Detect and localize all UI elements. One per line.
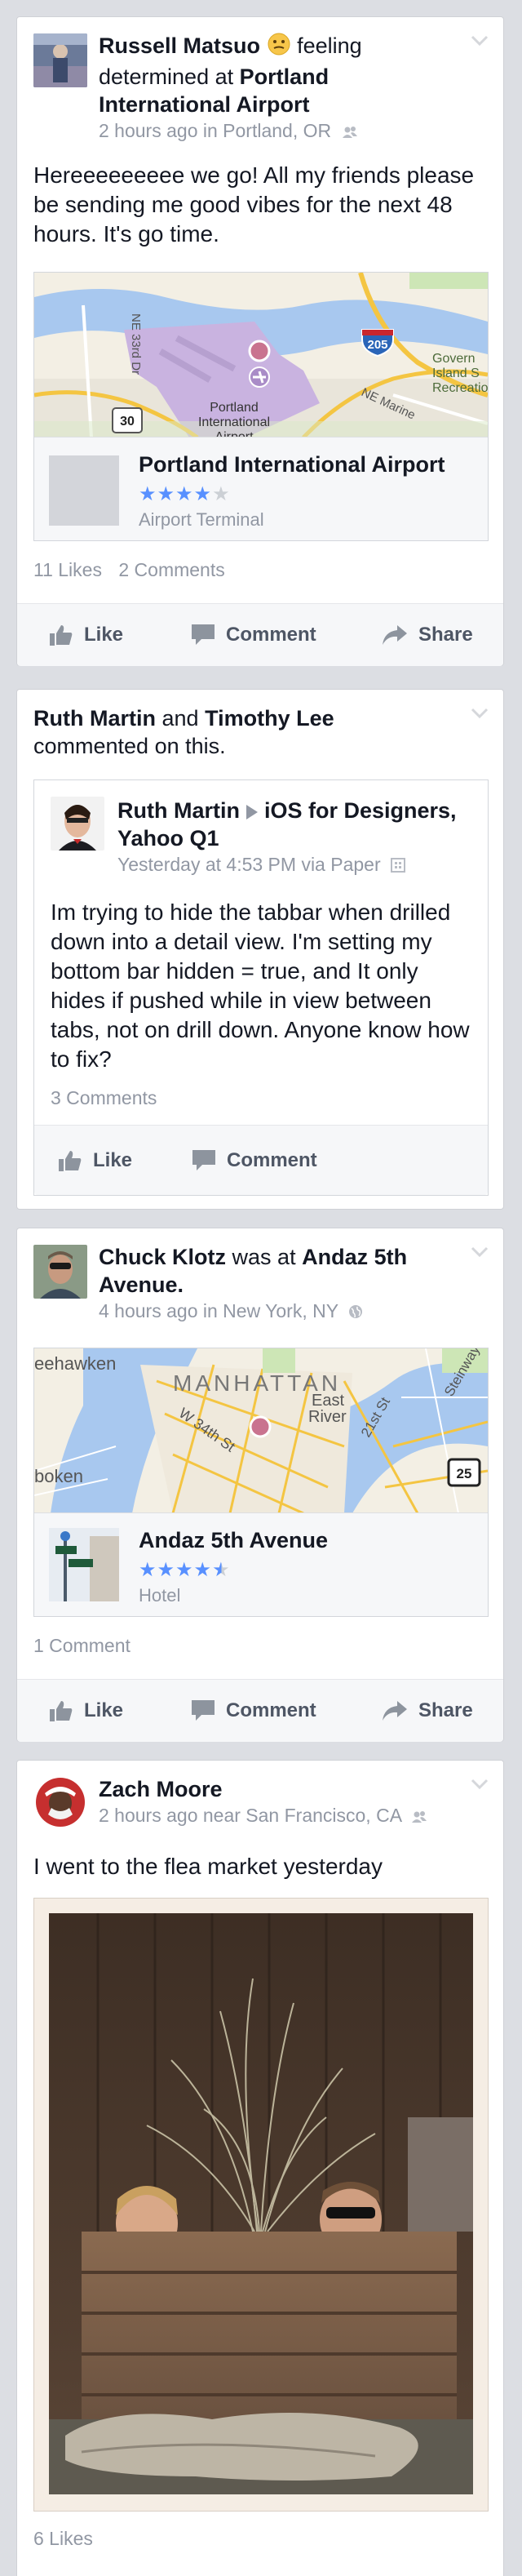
map-label-weehawken: eehawken [34,1353,116,1374]
post-time[interactable]: 4 hours ago in New York, NY [99,1300,338,1321]
share-button[interactable]: Share [383,1680,473,1742]
avatar[interactable] [33,1245,87,1299]
place-info[interactable]: Andaz 5th Avenue ★★★★★ Hotel [34,1512,488,1616]
shared-post-meta: Yesterday at 4:53 PM via Paper [117,852,471,878]
comment-button[interactable]: Comment [192,1680,316,1742]
comment-icon [192,1700,215,1721]
post-card-3: Chuck Klotz was at Andaz 5th Avenue. 4 h… [16,1228,504,1742]
chevron-down-icon[interactable] [471,35,489,47]
place-name[interactable]: Portland International Airport [139,452,445,477]
map-label-hoboken: boken [34,1466,83,1486]
shared-post[interactable]: Ruth Martin iOS for Designers, Yahoo Q1 Y… [33,779,489,1196]
comment-button[interactable]: Comment [192,1126,317,1195]
location-attachment[interactable]: 205 30 NE 33rd Dr NE Marine Govern Island… [33,272,489,541]
action-bar: Like Comment Share [17,1680,503,1742]
post-text: I went to the flea market yesterday [33,1854,383,1879]
post-counts: 11 Likes 2 Comments [33,559,237,581]
place-thumbnail [49,455,119,526]
like-button[interactable]: Like [50,604,123,666]
avatar[interactable] [33,1775,87,1829]
place-category: Hotel [139,1585,181,1606]
map-pin-icon [249,1415,272,1438]
activity-header: Ruth Martin and Timothy Lee commented on… [33,706,334,758]
post-header: Zach Moore [99,1775,454,1803]
thumbs-up-icon [50,1701,73,1721]
actor-name-2[interactable]: Timothy Lee [205,706,334,731]
thumbs-up-icon [59,1150,82,1171]
chevron-down-icon[interactable] [471,708,489,719]
comment-button[interactable]: Comment [192,604,316,666]
map-thumbnail[interactable]: eehawken MANHATTAN East River W 34th St 2… [34,1348,488,1513]
share-arrow-icon [383,1701,407,1721]
post-counts: 1 Comment [33,1635,142,1657]
inner-author-name[interactable]: Ruth Martin [117,798,240,823]
thumbs-up-icon [50,625,73,646]
post-meta: 4 hours ago in New York, NY [99,1299,454,1325]
post-header: Chuck Klotz was at Andaz 5th Avenue. [99,1245,408,1297]
friends-privacy-icon [411,1805,427,1829]
shared-post-header: Ruth Martin iOS for Designers, Yahoo Q1 [117,797,471,852]
map-label-govt-text: Govern [432,352,475,366]
friends-privacy-icon [342,120,358,144]
comment-icon [192,624,215,645]
action-bar: Like Comment Share [17,604,503,666]
post-counts: 6 Likes [33,2528,104,2550]
post-meta: 2 hours ago near San Francisco, CA [99,1803,454,1829]
map-thumbnail[interactable]: 205 30 NE 33rd Dr NE Marine Govern Island… [34,273,488,437]
chevron-down-icon[interactable] [471,1779,489,1790]
actor-name-1[interactable]: Ruth Martin [33,706,156,731]
like-button[interactable]: Like [50,1680,123,1742]
share-button[interactable]: Share [383,604,473,666]
author-name[interactable]: Russell Matsuo [99,33,260,58]
place-thumbnail [49,1528,119,1601]
location-attachment[interactable]: eehawken MANHATTAN East River W 34th St 2… [33,1348,489,1617]
post-header: Russell Matsuo feeling determined at Por… [99,32,462,118]
group-privacy-icon [391,854,406,878]
shared-post-time[interactable]: Yesterday at 4:53 PM via Paper [117,854,381,875]
comments-count[interactable]: 1 Comment [33,1635,130,1656]
avatar[interactable] [33,33,87,87]
flea-market-photo[interactable] [49,1913,473,2494]
post-time[interactable]: 2 hours ago near San Francisco, CA [99,1805,401,1826]
place-info[interactable]: Portland International Airport ★★★★★ Air… [34,437,488,540]
author-name[interactable]: Chuck Klotz [99,1245,226,1269]
place-category: Airport Terminal [139,509,264,530]
arrow-right-icon [246,804,258,819]
public-globe-icon [348,1300,363,1325]
post-text: Hereeeeeeeee we go! All my friends pleas… [33,162,475,246]
post-meta: 2 hours ago in Portland, OR [99,118,462,144]
feeling-emoji-icon [267,32,291,63]
comments-count[interactable]: 2 Comments [118,559,224,580]
place-rating-stars: ★★★★★ [139,483,231,505]
route-shield-icon: 30 [112,407,143,433]
comment-icon [192,1149,215,1170]
place-name[interactable]: Andaz 5th Avenue [139,1528,328,1553]
map-label-east-river: East River [308,1392,347,1426]
route-shield-icon: 25 [447,1458,481,1487]
map-label-205: 205 [367,338,387,352]
map-label-30: 30 [120,415,135,429]
map-label-25: 25 [457,1466,472,1481]
chevron-down-icon[interactable] [471,1246,489,1258]
map-label-dr: NE 33rd Dr [129,313,143,375]
post-card-1: Russell Matsuo feeling determined at Por… [16,16,504,666]
shared-post-text: Im trying to hide the tabbar when drille… [51,899,470,1072]
likes-count[interactable]: 6 Likes [33,2528,93,2549]
post-card-2: Ruth Martin and Timothy Lee commented on… [16,689,504,1210]
like-button[interactable]: Like [59,1126,132,1195]
likes-count[interactable]: 11 Likes [33,559,102,580]
photo-attachment[interactable] [33,1898,489,2512]
post-time[interactable]: 2 hours ago in Portland, OR [99,120,331,141]
author-name[interactable]: Zach Moore [99,1777,223,1801]
shared-action-bar: Like Comment [34,1126,488,1195]
share-arrow-icon [383,625,407,645]
shared-comments-count[interactable]: 3 Comments [51,1087,157,1109]
avatar[interactable] [51,797,104,851]
post-card-4: Zach Moore 2 hours ago near San Francisc… [16,1760,504,2576]
place-rating-stars: ★★★★★ [139,1559,231,1581]
